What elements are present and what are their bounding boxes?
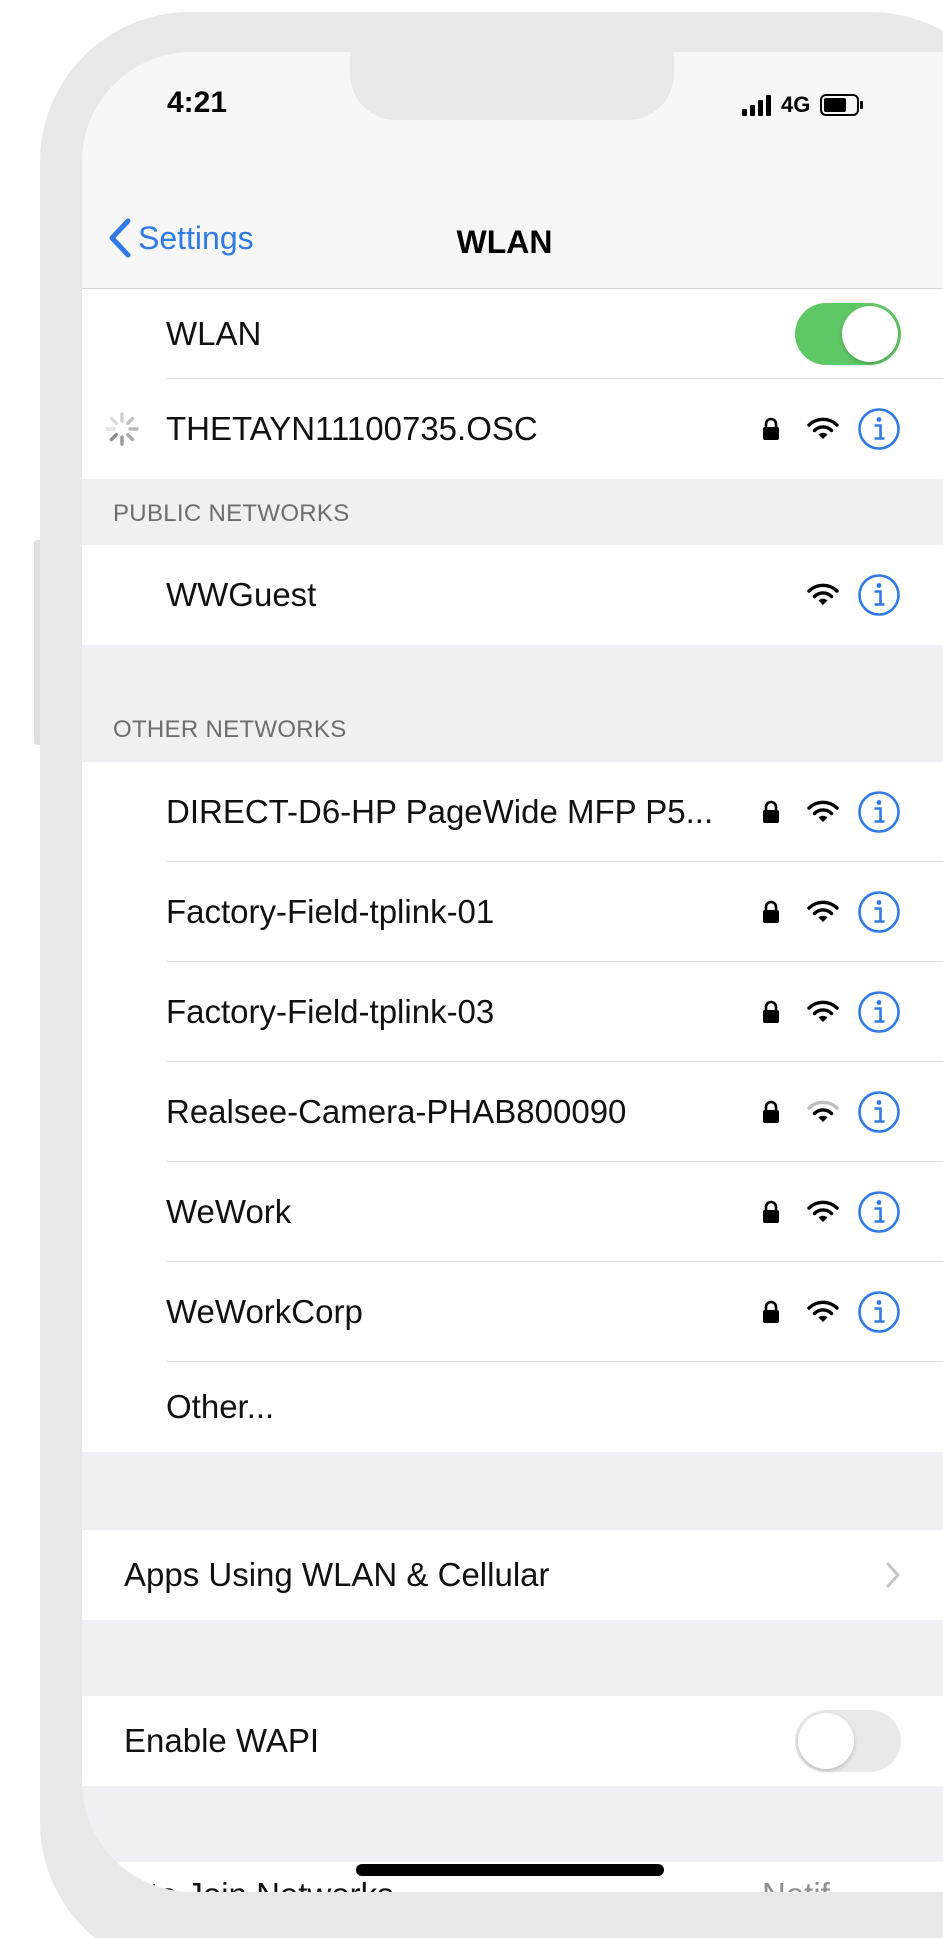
network-row[interactable]: Factory-Field-tplink-03 [82,962,943,1062]
network-name: Factory-Field-tplink-01 [166,893,495,930]
wapi-toggle[interactable] [795,1710,901,1772]
network-type: 4G [781,92,811,117]
other-networks-header: OTHER NETWORKS [113,716,347,743]
page-title: WLAN [456,224,553,260]
home-indicator[interactable] [356,1864,664,1876]
network-icons [761,790,901,834]
info-icon[interactable] [857,990,901,1034]
apps-using-row[interactable]: Apps Using WLAN & Cellular [82,1530,943,1620]
apps-using-label: Apps Using WLAN & Cellular [124,1556,550,1593]
network-icons [807,573,901,617]
lock-icon [763,900,779,923]
network-name: Factory-Field-tplink-03 [166,993,495,1030]
network-name: DIRECT-D6-HP PageWide MFP P5... [166,793,714,830]
wlan-group: WLAN THETAYN11100735.OSC [82,289,943,479]
wapi-group: Enable WAPI [82,1696,943,1786]
notch [350,52,674,120]
info-icon[interactable] [857,573,901,617]
other-network-label: Other... [166,1388,275,1425]
wifi-icon [807,800,839,822]
network-name: WeWork [166,1193,292,1230]
public-networks-group: WWGuest [82,545,943,645]
ask-to-join-label: k to Join Networks [124,1876,394,1892]
ask-to-join-value: Notif [762,1876,830,1892]
battery-icon [820,94,864,116]
lock-icon [763,800,779,823]
chevron-right-icon [886,1562,900,1588]
network-icons [761,1090,901,1134]
lock-icon [763,1300,779,1323]
network-row[interactable]: Factory-Field-tplink-01 [82,862,943,962]
wifi-medium-icon [807,1100,839,1122]
connecting-network-row[interactable]: THETAYN11100735.OSC [82,379,943,479]
status-time: 4:21 [167,86,228,119]
info-icon[interactable] [857,790,901,834]
wlan-toggle-row: WLAN [82,289,943,379]
public-networks-header: PUBLIC NETWORKS [113,500,350,527]
network-name: WeWorkCorp [166,1293,363,1330]
wapi-row: Enable WAPI [82,1696,943,1786]
network-icons [761,990,901,1034]
network-row[interactable]: DIRECT-D6-HP PageWide MFP P5... [82,762,943,862]
info-icon[interactable] [857,890,901,934]
loading-spinner-icon [105,412,139,446]
status-indicators: 4G [742,92,864,118]
network-icons [761,890,901,934]
apps-using-group: Apps Using WLAN & Cellular [82,1530,943,1620]
network-row[interactable]: Realsee-Camera-PHAB800090 [82,1062,943,1162]
lock-icon [763,1100,779,1123]
wifi-icon [807,1200,839,1222]
network-row[interactable]: WeWorkCorp [82,1262,943,1362]
info-icon[interactable] [857,1190,901,1234]
wifi-icon [807,1000,839,1022]
network-row[interactable]: WWGuest [82,545,943,645]
other-network-row[interactable]: Other... [82,1362,943,1452]
page: Settings WLAN 4:21 4G WLAN THETAYN111007… [0,0,943,1938]
network-icons [761,1190,901,1234]
info-icon[interactable] [857,1090,901,1134]
wapi-label: Enable WAPI [124,1722,320,1759]
network-name: Realsee-Camera-PHAB800090 [166,1093,627,1130]
wifi-icon [807,900,839,922]
wifi-icon [807,1300,839,1322]
network-name: WWGuest [166,576,317,613]
network-row[interactable]: WeWork [82,1162,943,1262]
connecting-network-name: THETAYN11100735.OSC [166,410,538,447]
wlan-toggle[interactable] [795,303,901,365]
lock-icon [763,1000,779,1023]
lock-icon [763,1200,779,1223]
wifi-icon [807,583,839,605]
lock-icon [763,417,779,440]
info-icon[interactable] [857,1290,901,1334]
info-icon[interactable] [857,407,901,451]
network-icons [761,1290,901,1334]
wifi-icon [807,417,839,439]
wlan-label: WLAN [166,315,262,352]
network-icons [761,407,901,451]
screen: Settings WLAN 4:21 4G WLAN THETAYN111007… [82,52,943,1892]
cellular-signal-icon [742,94,771,116]
other-networks-group: DIRECT-D6-HP PageWide MFP P5... Factory-… [82,762,943,1452]
